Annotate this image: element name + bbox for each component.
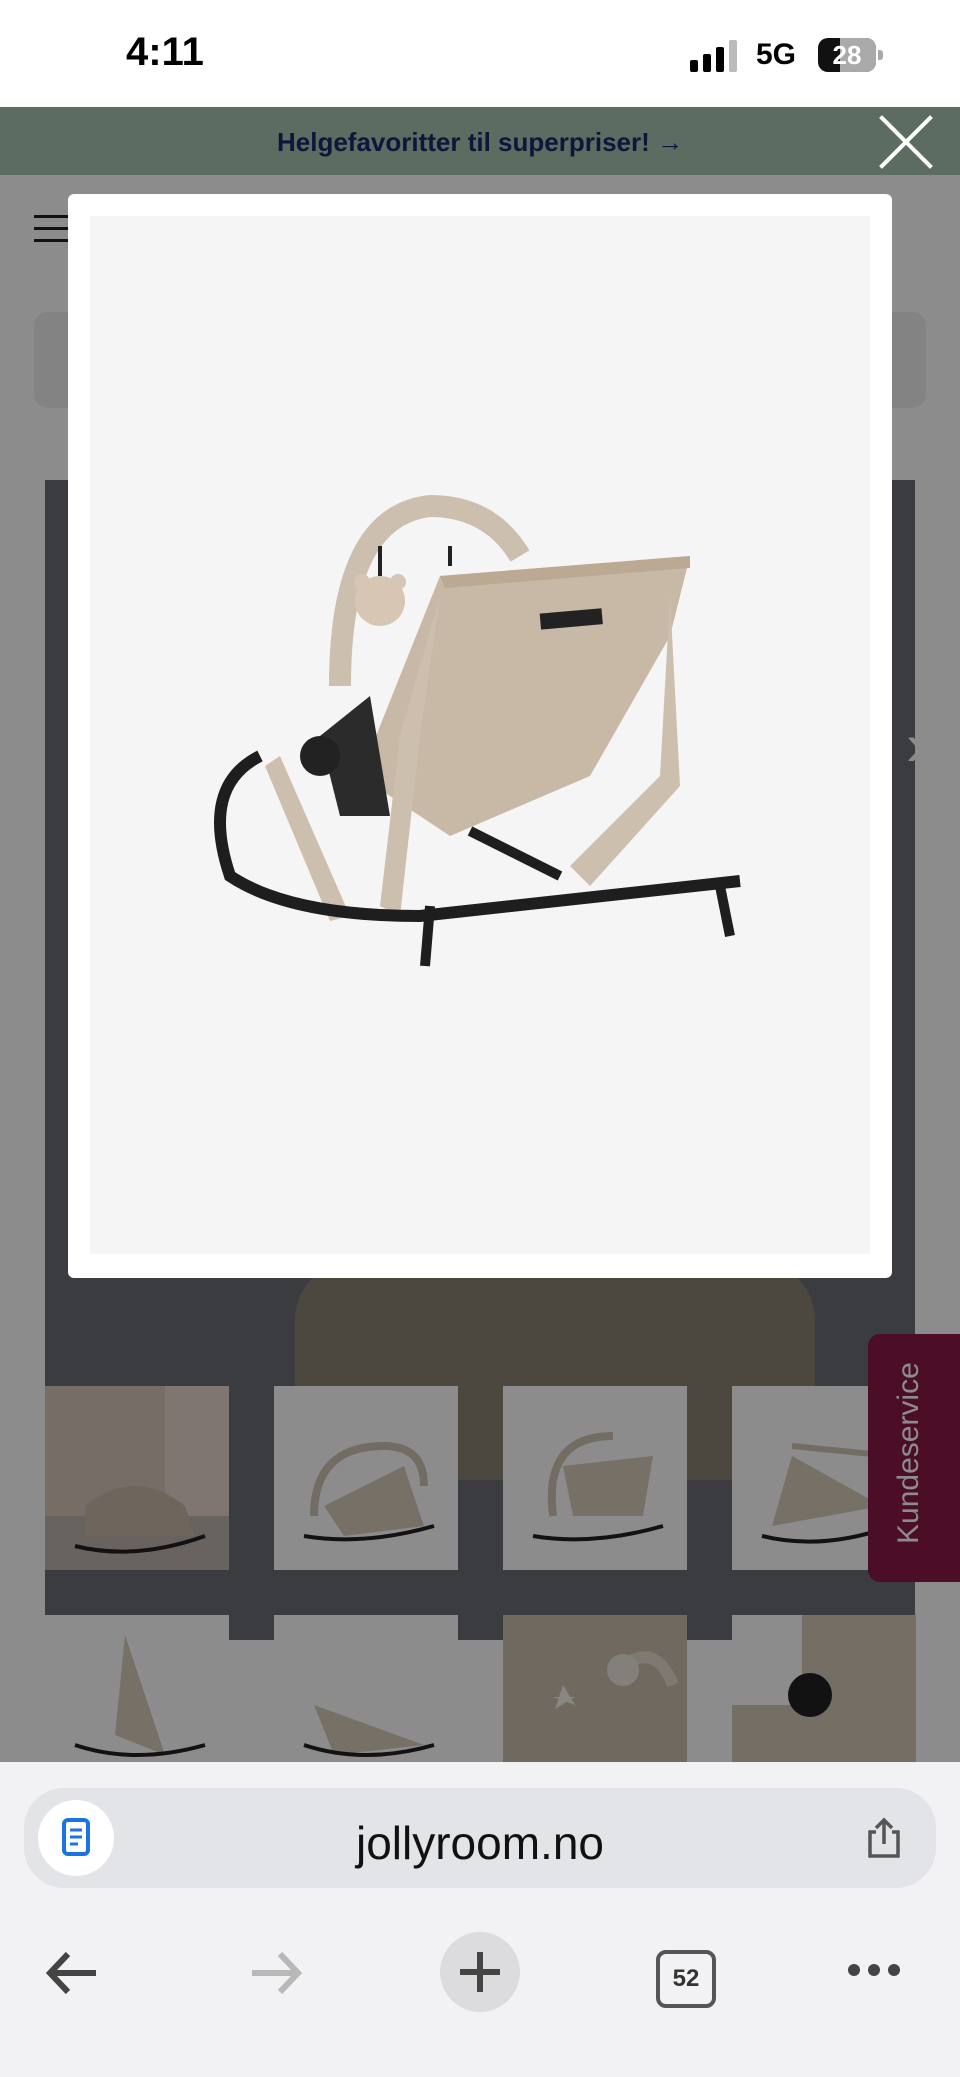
plus-icon: [460, 1952, 500, 1992]
baby-bouncer-image: [214, 494, 741, 967]
image-lightbox: [68, 194, 892, 1278]
signal-icon: [690, 40, 737, 72]
more-icon[interactable]: [846, 1962, 902, 1978]
status-time: 4:11: [126, 30, 204, 74]
close-icon[interactable]: [874, 110, 938, 174]
status-bar: 4:11 5G 28: [0, 0, 960, 107]
back-arrow-icon[interactable]: [44, 1948, 100, 1998]
share-icon[interactable]: [862, 1816, 906, 1860]
address-bar[interactable]: jollyroom.no: [24, 1788, 936, 1888]
browser-nav: 52: [0, 1902, 960, 2072]
forward-arrow-icon[interactable]: [248, 1948, 304, 1998]
url-text[interactable]: jollyroom.no: [24, 1816, 936, 1870]
network-type: 5G: [756, 38, 797, 71]
new-tab-button[interactable]: [440, 1932, 520, 2012]
lightbox-product-image: [90, 216, 870, 1254]
tab-count-button[interactable]: 52: [656, 1950, 716, 2008]
browser-toolbar: jollyroom.no 52: [0, 1762, 960, 2077]
battery-level: 28: [832, 40, 862, 70]
battery-icon: 28: [818, 38, 884, 72]
